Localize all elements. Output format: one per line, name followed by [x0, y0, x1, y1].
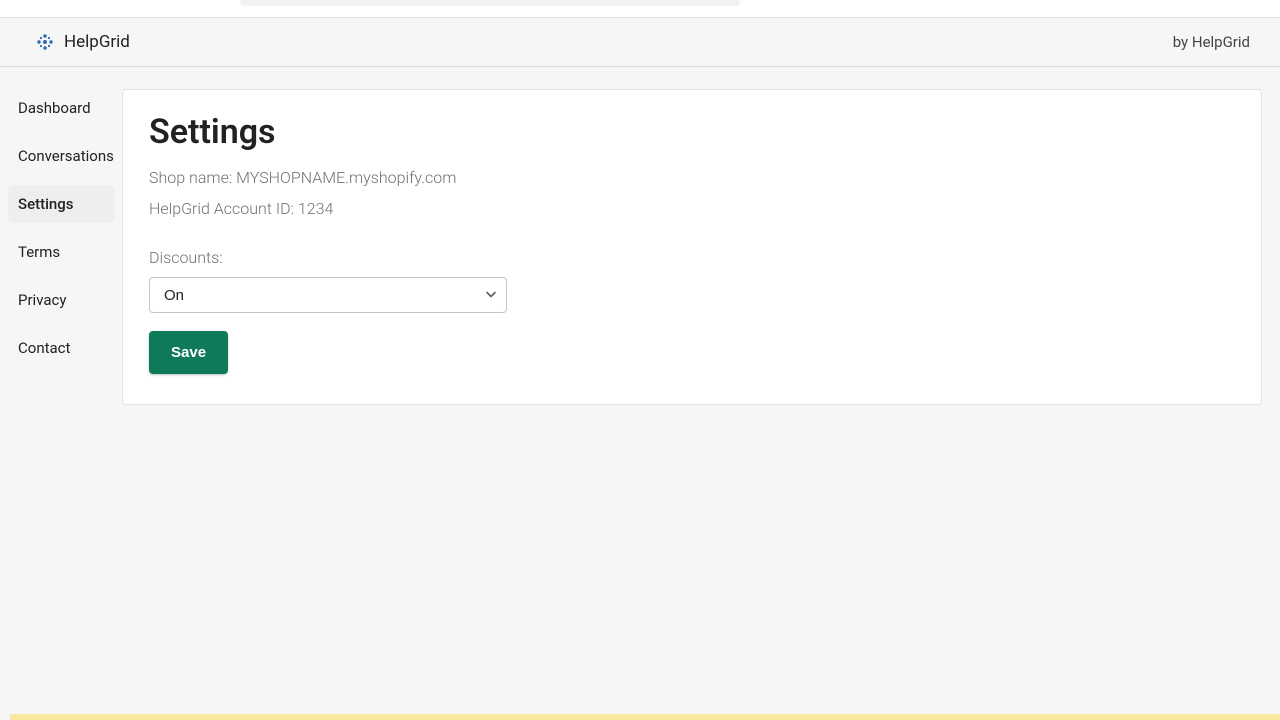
- account-id-line: HelpGrid Account ID: 1234: [149, 199, 1235, 218]
- layout: Dashboard Conversations Settings Terms P…: [0, 67, 1280, 703]
- discounts-label: Discounts:: [149, 248, 1235, 267]
- discounts-select-wrap: On: [149, 277, 507, 313]
- sidebar-item-contact[interactable]: Contact: [8, 329, 114, 367]
- sidebar-item-privacy[interactable]: Privacy: [8, 281, 114, 319]
- app-header: HelpGrid by HelpGrid: [0, 18, 1280, 67]
- page-title: Settings: [149, 112, 1235, 152]
- bottom-strip: [10, 714, 1280, 720]
- sidebar-item-conversations[interactable]: Conversations: [8, 137, 114, 175]
- discounts-select[interactable]: On: [149, 277, 507, 313]
- brand-byline: by HelpGrid: [1173, 33, 1250, 51]
- save-button[interactable]: Save: [149, 331, 228, 374]
- shopify-search-placeholder[interactable]: [240, 0, 740, 6]
- sidebar-item-terms[interactable]: Terms: [8, 233, 114, 271]
- shopify-topbar: [0, 0, 1280, 18]
- brand-text: HelpGrid: [64, 32, 130, 52]
- settings-card: Settings Shop name: MYSHOPNAME.myshopify…: [122, 89, 1262, 405]
- sidebar: Dashboard Conversations Settings Terms P…: [8, 71, 114, 377]
- brand: HelpGrid: [36, 32, 130, 52]
- sidebar-item-dashboard[interactable]: Dashboard: [8, 89, 114, 127]
- sidebar-item-settings[interactable]: Settings: [8, 185, 114, 223]
- helpgrid-logo-icon: [36, 33, 54, 51]
- main: Settings Shop name: MYSHOPNAME.myshopify…: [114, 71, 1280, 423]
- shop-name-line: Shop name: MYSHOPNAME.myshopify.com: [149, 168, 1235, 187]
